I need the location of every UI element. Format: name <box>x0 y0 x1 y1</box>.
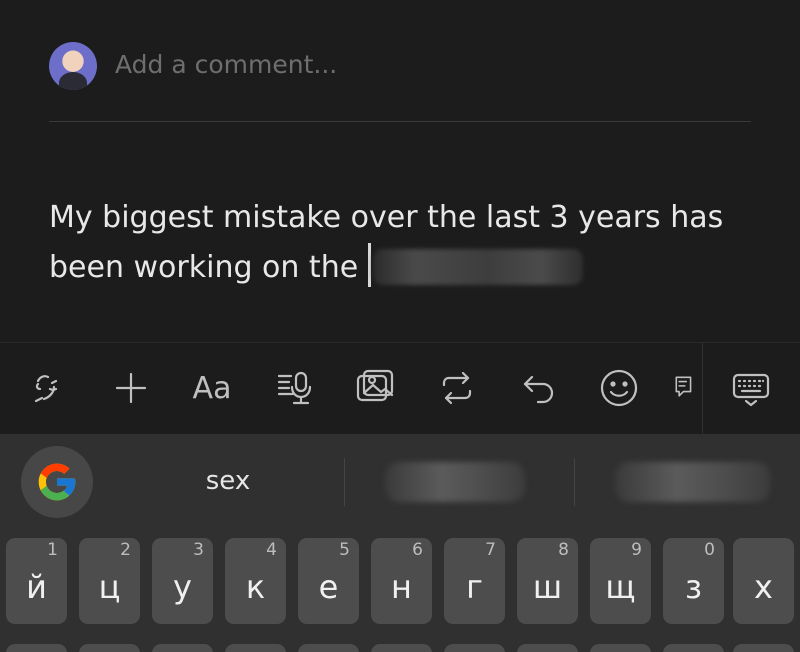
key-11[interactable]: х <box>733 538 794 624</box>
key-row2-partial <box>371 644 432 652</box>
key-4[interactable]: 4к <box>225 538 286 624</box>
voice-persona-icon[interactable] <box>22 363 72 413</box>
suggestion-1[interactable]: sex <box>160 466 296 496</box>
suggestion-3-redacted[interactable] <box>615 462 770 502</box>
text-format-button[interactable]: Aa <box>186 363 238 413</box>
key-row2-partial <box>298 644 359 652</box>
key-row2-partial <box>225 644 286 652</box>
comment-icon[interactable] <box>672 363 702 413</box>
post-text-editor[interactable]: My biggest mistake over the last 3 years… <box>49 193 759 293</box>
emoji-icon[interactable] <box>594 363 644 413</box>
key-7[interactable]: 7г <box>444 538 505 624</box>
key-row2-partial <box>79 644 140 652</box>
google-button[interactable] <box>21 446 93 518</box>
key-row2-partial <box>517 644 578 652</box>
key-row2-partial <box>733 644 794 652</box>
text-caret <box>367 243 371 287</box>
text-format-icon: Aa <box>192 370 232 406</box>
comment-input-placeholder[interactable]: Add a comment... <box>115 50 337 79</box>
avatar <box>49 42 97 90</box>
editor-toolbar: Aa <box>0 342 800 435</box>
key-9[interactable]: 9щ <box>590 538 651 624</box>
image-icon[interactable] <box>350 363 400 413</box>
suggestion-separator <box>574 458 575 506</box>
toolbar-separator <box>702 343 703 435</box>
key-1[interactable]: 1й <box>6 538 67 624</box>
suggestion-2-redacted[interactable] <box>385 462 525 502</box>
plus-icon[interactable] <box>106 363 156 413</box>
key-3[interactable]: 3у <box>152 538 213 624</box>
key-row2-partial <box>590 644 651 652</box>
key-2[interactable]: 2ц <box>79 538 140 624</box>
comment-composer[interactable]: Add a comment... <box>0 0 800 122</box>
google-icon <box>38 463 76 501</box>
audio-caption-icon[interactable] <box>270 363 320 413</box>
key-5[interactable]: 5е <box>298 538 359 624</box>
key-row2-partial <box>6 644 67 652</box>
key-row2-partial <box>663 644 724 652</box>
undo-icon[interactable] <box>514 363 564 413</box>
key-row2-partial <box>152 644 213 652</box>
suggestion-separator <box>344 458 345 506</box>
key-10[interactable]: 0з <box>663 538 724 624</box>
redacted-text <box>372 249 583 285</box>
key-row2-partial <box>444 644 505 652</box>
keyboard-icon[interactable] <box>726 363 776 413</box>
divider <box>49 121 751 122</box>
key-6[interactable]: 6н <box>371 538 432 624</box>
repost-icon[interactable] <box>432 363 482 413</box>
key-8[interactable]: 8ш <box>517 538 578 624</box>
